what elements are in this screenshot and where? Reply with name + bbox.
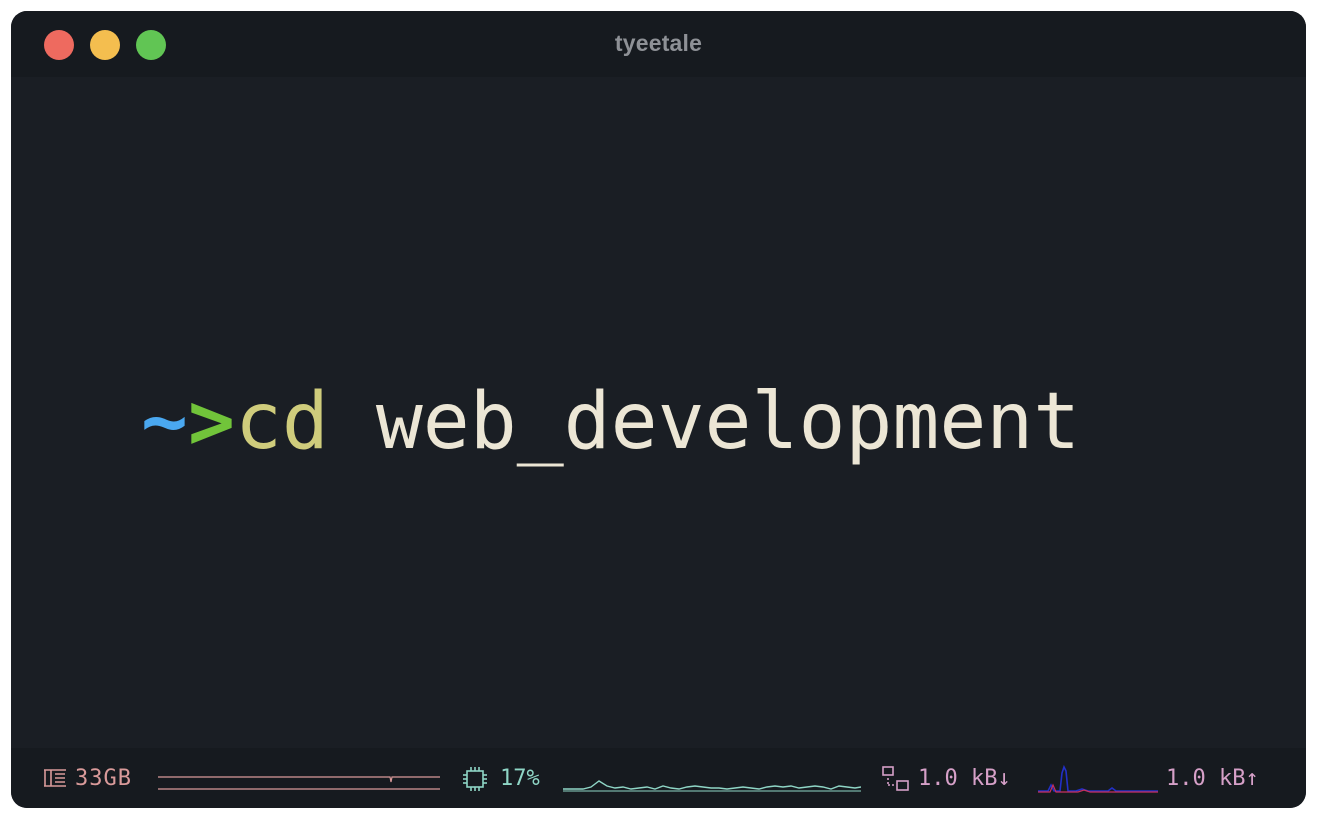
terminal-window: tyeetale ~>cd web_development 33GB 17% 1…: [11, 11, 1306, 808]
terminal-content[interactable]: ~>cd web_development: [11, 77, 1306, 748]
network-icon: [882, 766, 909, 791]
command-argument: web_development: [375, 377, 1081, 467]
memory-value: 33GB: [75, 766, 132, 791]
download-rate: 1.0 kB↓: [918, 766, 1011, 791]
memory-icon: [44, 769, 66, 787]
upload-rate: 1.0 kB↑: [1166, 766, 1259, 791]
cpu-chip-icon: [463, 767, 487, 791]
cpu-graph: [563, 780, 861, 792]
network-graph: [1038, 764, 1158, 793]
prompt-arrow: >: [187, 377, 235, 467]
cpu-value: 17%: [500, 766, 540, 791]
status-bar: 33GB 17% 1.0 kB↓ 1.0 kB↑: [11, 748, 1306, 808]
command-name: cd: [234, 377, 329, 467]
prompt-tilde: ~: [141, 377, 188, 467]
command-line: ~>cd web_development: [141, 377, 1080, 467]
window-title: tyeetale: [614, 30, 703, 56]
title-bar: tyeetale: [11, 11, 1306, 77]
memory-graph: [158, 776, 440, 790]
